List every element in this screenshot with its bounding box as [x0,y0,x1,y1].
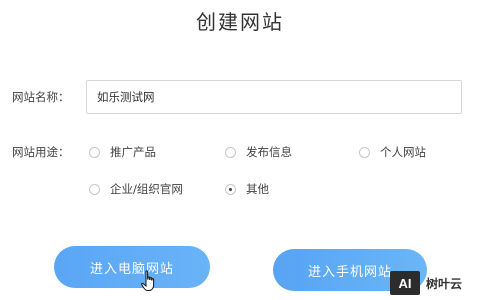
site-purpose-label: 网站用途： [12,145,70,159]
radio-circle[interactable] [359,146,370,158]
purpose-option-label: 企业/组织官网 [110,182,183,196]
site-name-input[interactable]: 如乐测试网 [86,80,462,114]
purpose-option-other[interactable]: 其他 [225,181,269,197]
purpose-option-enterprise[interactable]: 企业/组织官网 [89,181,183,197]
watermark-logo: AI [390,271,420,295]
purpose-option-publish[interactable]: 发布信息 [225,144,292,160]
purpose-option-label: 推广产品 [110,145,156,159]
radio-circle-checked[interactable] [225,183,236,195]
enter-pc-site-button[interactable]: 进入电脑网站 [54,246,210,288]
purpose-option-label: 个人网站 [380,145,426,159]
radio-circle[interactable] [225,146,236,158]
purpose-option-label: 其他 [246,182,269,196]
page-title: 创建网站 [196,10,284,34]
site-name-label: 网站名称： [12,90,70,104]
purpose-option-label: 发布信息 [246,145,292,159]
purpose-option-personal[interactable]: 个人网站 [359,144,426,160]
radio-circle[interactable] [89,146,100,158]
watermark-text: 树叶云 [426,276,463,291]
radio-circle[interactable] [89,183,100,195]
watermark: AI 树叶云 [390,266,480,300]
hand-pointer-icon [141,270,155,291]
purpose-option-promote[interactable]: 推广产品 [89,144,156,160]
